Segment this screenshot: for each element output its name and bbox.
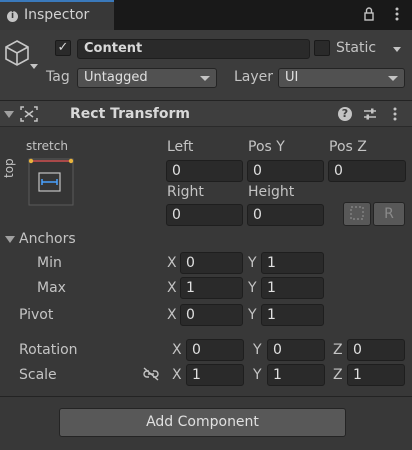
kebab-menu-icon[interactable] <box>390 6 404 22</box>
tab-inspector[interactable]: i Inspector <box>0 0 114 30</box>
axis-z-label[interactable]: Z <box>333 367 343 383</box>
anchors-min-y-field[interactable]: 1 <box>261 252 324 274</box>
constrain-proportions-icon[interactable] <box>142 366 160 382</box>
posz-label: Pos Z <box>329 139 367 155</box>
posy-field[interactable]: 0 <box>247 160 324 182</box>
preset-sliders-icon[interactable] <box>362 106 378 122</box>
right-field[interactable]: 0 <box>166 204 243 226</box>
static-checkbox[interactable] <box>314 40 330 56</box>
anchors-min-label: Min <box>37 255 62 271</box>
rotation-label: Rotation <box>19 342 78 358</box>
pivot-label: Pivot <box>19 307 54 323</box>
left-label: Left <box>167 139 194 155</box>
rect-transform-header[interactable]: Rect Transform ? <box>0 101 412 127</box>
layer-label: Layer <box>234 69 274 85</box>
axis-y-label[interactable]: Y <box>248 255 257 271</box>
height-field[interactable]: 0 <box>247 204 324 226</box>
left-field[interactable]: 0 <box>166 160 243 182</box>
component-title: Rect Transform <box>70 106 191 122</box>
anchors-label[interactable]: Anchors <box>19 231 76 247</box>
pivot-x-field[interactable]: 0 <box>180 304 243 326</box>
layer-value: UI <box>285 70 299 85</box>
axis-y-label[interactable]: Y <box>248 280 257 296</box>
anchor-preset-button[interactable] <box>28 158 74 206</box>
axis-y-label[interactable]: Y <box>253 342 262 358</box>
active-checkbox[interactable]: ✓ <box>55 40 71 56</box>
divider <box>0 396 412 397</box>
static-label: Static <box>336 40 377 56</box>
axis-x-label[interactable]: X <box>167 280 177 296</box>
height-label: Height <box>248 184 295 200</box>
rotation-z-field[interactable]: 0 <box>347 339 405 361</box>
scale-label: Scale <box>19 367 57 383</box>
pivot-y-field[interactable]: 1 <box>261 304 324 326</box>
anchors-min-x-field[interactable]: 0 <box>180 252 243 274</box>
scale-z-field[interactable]: 1 <box>347 364 405 386</box>
axis-x-label[interactable]: X <box>172 342 182 358</box>
rect-transform-icon <box>20 106 38 122</box>
axis-y-label[interactable]: Y <box>253 367 262 383</box>
gameobject-header: ✓ Content Static Tag Untagged Layer UI <box>0 30 412 100</box>
anchors-max-x-field[interactable]: 1 <box>180 277 243 299</box>
axis-y-label[interactable]: Y <box>248 307 257 323</box>
anchors-max-y-field[interactable]: 1 <box>261 277 324 299</box>
tag-label: Tag <box>46 69 70 85</box>
axis-z-label[interactable]: Z <box>333 342 343 358</box>
help-icon[interactable]: ? <box>338 107 352 121</box>
rotation-x-field[interactable]: 0 <box>186 339 244 361</box>
anchor-preset-h-label: stretch <box>26 139 68 153</box>
lock-icon[interactable] <box>362 6 376 22</box>
kebab-menu-icon[interactable] <box>388 106 402 122</box>
scale-y-field[interactable]: 1 <box>267 364 325 386</box>
tag-dropdown[interactable]: Untagged <box>77 68 217 88</box>
posy-label: Pos Y <box>248 139 285 155</box>
anchors-foldout-arrow-icon[interactable] <box>5 236 15 243</box>
raw-edit-button[interactable]: R <box>373 202 405 226</box>
blueprint-mode-icon[interactable] <box>343 202 371 226</box>
axis-x-label[interactable]: X <box>167 307 177 323</box>
gameobject-name-field[interactable]: Content <box>77 39 310 59</box>
tab-title: Inspector <box>24 7 90 23</box>
posz-field[interactable]: 0 <box>328 160 406 182</box>
anchors-max-label: Max <box>37 280 66 296</box>
axis-x-label[interactable]: X <box>172 367 182 383</box>
rotation-y-field[interactable]: 0 <box>267 339 325 361</box>
chevron-down-icon <box>200 76 210 81</box>
add-component-button[interactable]: Add Component <box>59 408 346 437</box>
icon-dropdown-arrow[interactable] <box>30 64 38 69</box>
axis-x-label[interactable]: X <box>167 255 177 271</box>
scale-x-field[interactable]: 1 <box>186 364 244 386</box>
static-dropdown-arrow[interactable] <box>393 47 401 52</box>
anchor-preset-v-label: top <box>2 158 16 178</box>
chevron-down-icon <box>388 76 398 81</box>
layer-dropdown[interactable]: UI <box>278 68 405 88</box>
tab-bar: i Inspector <box>0 0 412 30</box>
info-icon: i <box>7 11 18 22</box>
tag-value: Untagged <box>84 70 148 85</box>
right-label: Right <box>167 184 204 200</box>
foldout-arrow-icon[interactable] <box>4 111 14 118</box>
